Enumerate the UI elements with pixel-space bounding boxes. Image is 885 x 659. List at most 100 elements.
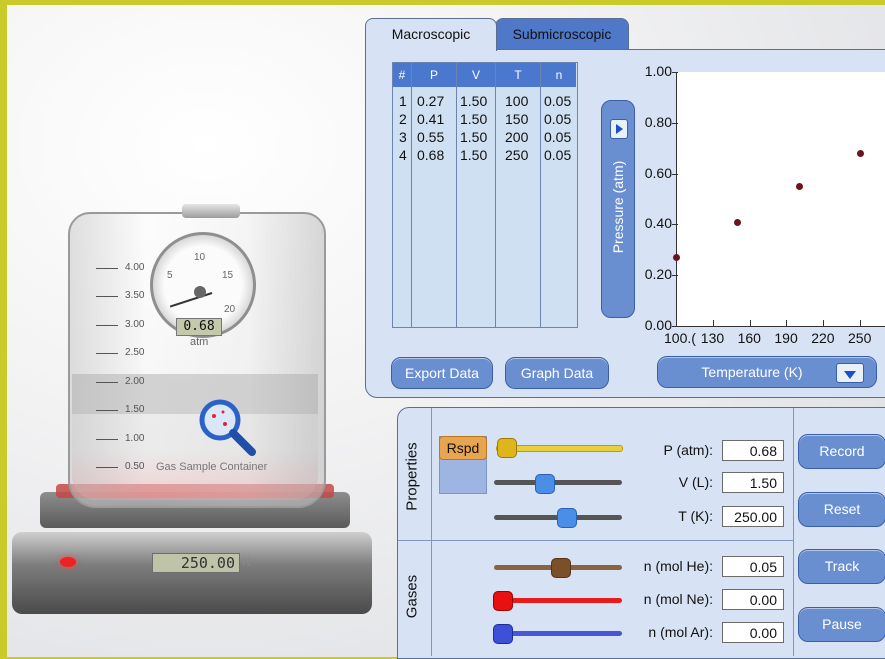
table-cell: 1	[399, 93, 407, 109]
y-tick-mark	[672, 275, 678, 277]
table-cell: 250	[505, 147, 529, 163]
gauge-scale-mark: 15	[222, 270, 234, 281]
volume-slider-thumb[interactable]	[535, 474, 555, 494]
argon-label: n (mol Ar):	[648, 624, 713, 640]
x-tick-label: 190	[774, 330, 798, 346]
helium-label: n (mol He):	[643, 558, 713, 574]
table-cell: 0.05	[544, 111, 572, 127]
pressure-label: P (atm):	[663, 442, 713, 458]
table-cell: 200	[505, 129, 529, 145]
magnifier-icon[interactable]	[196, 396, 260, 460]
x-tick-label: 160	[737, 330, 761, 346]
y-tick-label: 0.40	[644, 215, 672, 232]
x-tick-mark	[676, 320, 677, 326]
neon-slider-thumb[interactable]	[493, 591, 513, 611]
volume-label: V (L):	[678, 474, 713, 490]
gauge-scale-mark: 10	[194, 252, 206, 263]
tab-submicroscopic[interactable]: Submicroscopic	[495, 18, 629, 51]
table-cell: 150	[505, 111, 529, 127]
volume-slider-track[interactable]	[494, 480, 622, 485]
y-tick-label: 0.20	[644, 266, 672, 283]
x-tick-mark	[823, 320, 825, 326]
table-header: V	[471, 68, 480, 82]
gauge-reading-display: 0.68	[176, 318, 222, 336]
graph-data-button[interactable]: Graph Data	[505, 357, 609, 389]
volume-mark: 0.50	[125, 461, 145, 472]
neon-field[interactable]: 0.00	[722, 589, 784, 610]
x-tick-mark	[712, 320, 714, 326]
volume-mark: 1.00	[125, 433, 145, 444]
table-cell: 0.55	[417, 129, 445, 145]
export-data-button[interactable]: Export Data	[391, 357, 493, 389]
beaker-cap	[182, 204, 240, 218]
x-axis-selector[interactable]: Temperature (K)	[657, 356, 877, 388]
data-point	[795, 183, 803, 191]
helium-slider-thumb[interactable]	[551, 558, 571, 578]
x-axis-selector-label: Temperature (K)	[701, 364, 803, 380]
gauge-unit-label: atm	[190, 336, 209, 348]
volume-mark: 4.00	[125, 262, 145, 273]
table-cell: 4	[399, 147, 407, 163]
y-tick-label: 1.00	[644, 63, 672, 79]
record-button[interactable]: Record	[798, 434, 885, 469]
heater-indicator-light	[60, 557, 76, 567]
scale-unit-label: K	[242, 554, 251, 569]
reset-button[interactable]: Reset	[798, 492, 885, 527]
y-tick-mark	[672, 173, 678, 175]
table-cell: 0.27	[417, 93, 445, 109]
x-tick-mark	[749, 320, 751, 326]
y-tick-mark	[672, 72, 678, 73]
table-cell: 100	[505, 93, 529, 109]
y-axis-selector-label: Pressure (atm)	[610, 160, 626, 254]
gases-section-label: Gases	[403, 574, 421, 619]
volume-mark: 2.00	[125, 376, 145, 387]
argon-slider-track[interactable]	[494, 631, 622, 636]
temperature-slider-thumb[interactable]	[557, 508, 577, 528]
x-tick-mark	[786, 320, 788, 326]
table-header: n	[555, 68, 563, 82]
y-tick-label: 0.80	[644, 113, 672, 130]
y-axis-selector[interactable]: Pressure (atm)	[601, 100, 635, 318]
rspd-button[interactable]: Rspd	[439, 436, 487, 460]
volume-mark: 3.00	[125, 319, 145, 330]
container-label: Gas Sample Container	[156, 461, 268, 473]
table-cell: 0.05	[544, 93, 572, 109]
table-cell: 1.50	[460, 147, 488, 163]
argon-field[interactable]: 0.00	[722, 622, 784, 643]
pressure-slider-thumb[interactable]	[497, 438, 517, 458]
tab-macroscopic[interactable]: Macroscopic	[365, 18, 497, 51]
table-cell: 0.41	[417, 111, 445, 127]
track-button[interactable]: Track	[798, 549, 885, 584]
table-header: #	[398, 68, 406, 82]
y-tick-mark	[672, 224, 678, 226]
table-cell: 0.68	[417, 147, 445, 163]
helium-field[interactable]: 0.05	[722, 556, 784, 577]
volume-mark: 2.50	[125, 347, 145, 358]
pause-button[interactable]: Pause	[798, 607, 885, 642]
temperature-field[interactable]: 250.00	[722, 506, 784, 527]
pressure-field[interactable]: 0.68	[722, 440, 784, 461]
properties-section-label: Properties	[403, 442, 421, 511]
table-header: T	[514, 68, 522, 82]
table-cell: 2	[399, 111, 407, 127]
neon-slider-track[interactable]	[494, 598, 622, 603]
chevron-down-icon[interactable]	[836, 363, 864, 383]
y-tick-mark	[672, 122, 678, 124]
x-tick-label: 250	[848, 330, 872, 346]
volume-mark: 3.50	[125, 290, 145, 301]
volume-field[interactable]: 1.50	[722, 472, 784, 493]
table-cell: 1.50	[460, 129, 488, 145]
gauge-scale-mark: 20	[224, 304, 236, 315]
x-tick-mark	[860, 320, 861, 326]
gauge-scale-mark: 5	[167, 270, 173, 281]
temperature-label: T (K):	[678, 508, 713, 524]
argon-slider-thumb[interactable]	[493, 624, 513, 644]
volume-mark: 1.50	[125, 404, 145, 415]
table-cell: 1.50	[460, 111, 488, 127]
table-cell: 0.05	[544, 147, 572, 163]
x-tick-label: 130	[700, 330, 725, 346]
thermo-scale-base	[12, 532, 372, 614]
pv-graph	[676, 72, 885, 327]
y-tick-label: 0.60	[644, 164, 672, 181]
x-tick-label: 100.(	[664, 330, 696, 346]
